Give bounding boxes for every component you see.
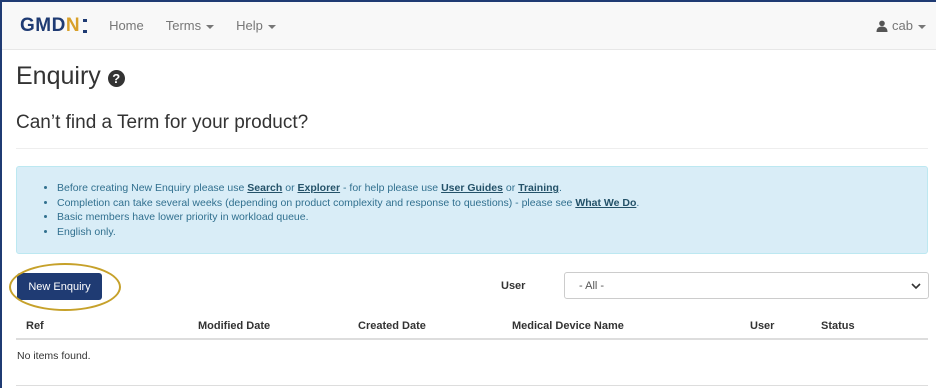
info-item-language: English only. (57, 225, 927, 240)
nav-help-label: Help (236, 18, 263, 33)
user-guides-link[interactable]: User Guides (441, 182, 503, 194)
user-menu-label: cab (892, 18, 913, 33)
nav-help-dropdown[interactable]: Help (236, 18, 276, 33)
new-enquiry-button[interactable]: New Enquiry (17, 273, 102, 300)
logo-text: GMD (20, 14, 66, 36)
search-link[interactable]: Search (247, 182, 282, 194)
info-item-search: Before creating New Enquiry please use S… (57, 181, 927, 196)
table-bottom-border (16, 385, 928, 386)
page-title-text: Enquiry (16, 62, 101, 90)
info-alert: Before creating New Enquiry please use S… (16, 166, 928, 254)
gmdn-logo[interactable]: GMD N (20, 14, 88, 37)
column-medical-device-name[interactable]: Medical Device Name (512, 320, 624, 332)
window-frame-left (0, 0, 2, 388)
info-item-completion: Completion can take several weeks (depen… (57, 196, 927, 211)
page-title: Enquiry ? (16, 62, 125, 91)
user-filter-label: User (501, 280, 526, 292)
user-filter-value: - All - (579, 279, 605, 292)
user-icon (876, 20, 888, 32)
info-item-priority: Basic members have lower priority in wor… (57, 210, 927, 225)
caret-down-icon (267, 24, 276, 29)
empty-table-message: No items found. (17, 350, 91, 362)
column-user[interactable]: User (750, 320, 774, 332)
column-created-date[interactable]: Created Date (358, 320, 426, 332)
column-modified-date[interactable]: Modified Date (198, 320, 270, 332)
column-status[interactable]: Status (821, 320, 855, 332)
what-we-do-link[interactable]: What We Do (575, 197, 636, 209)
divider (16, 148, 928, 149)
navbar: GMD N Home Terms Help cab (2, 2, 936, 50)
training-link[interactable]: Training (518, 182, 559, 194)
nav-terms-label: Terms (165, 18, 202, 33)
explorer-link[interactable]: Explorer (297, 182, 340, 194)
column-ref[interactable]: Ref (26, 320, 44, 332)
help-circle-icon[interactable]: ? (107, 69, 125, 87)
caret-down-icon (918, 24, 926, 29)
table-header: Ref Modified Date Created Date Medical D… (16, 318, 928, 340)
chevron-down-icon (911, 283, 921, 290)
page-subtitle: Can’t find a Term for your product? (16, 112, 309, 133)
info-list: Before creating New Enquiry please use S… (17, 167, 927, 239)
logo-bars-icon (83, 18, 88, 33)
user-filter-select[interactable]: - All - (564, 272, 929, 299)
caret-down-icon (206, 24, 215, 29)
nav-terms-dropdown[interactable]: Terms (165, 18, 215, 33)
nav-home[interactable]: Home (109, 18, 144, 33)
logo-accent-letter: N (65, 14, 81, 36)
nav-home-label: Home (109, 18, 144, 33)
user-menu-dropdown[interactable]: cab (876, 18, 926, 33)
